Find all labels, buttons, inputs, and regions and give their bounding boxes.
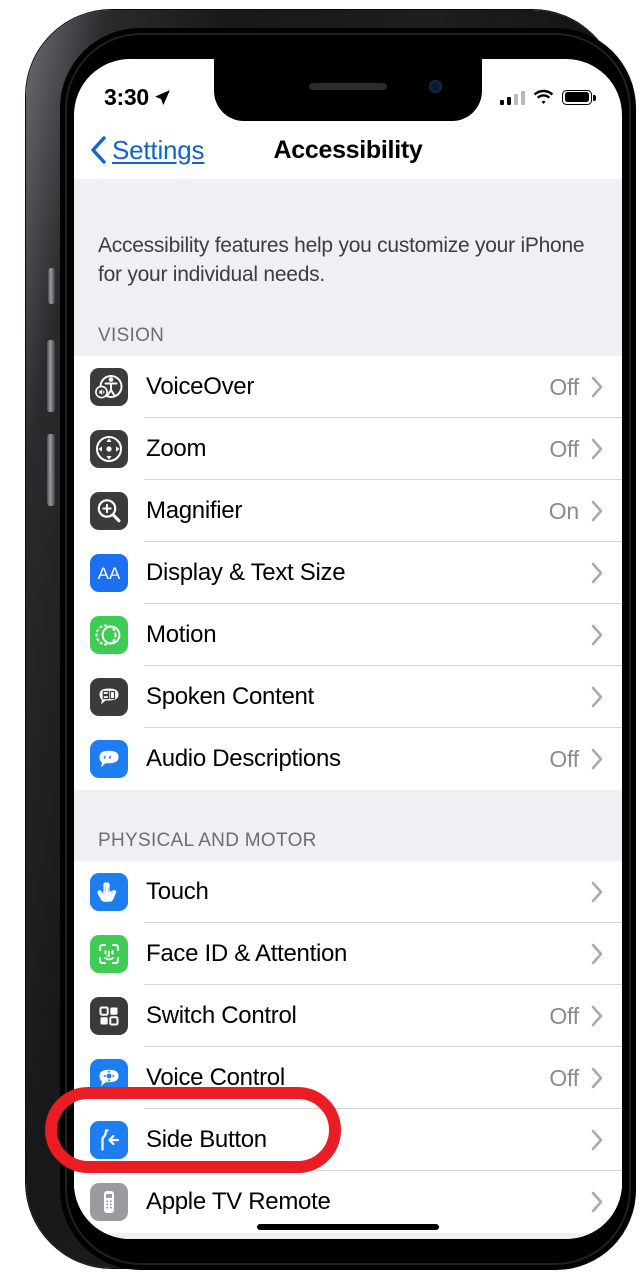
audio-descriptions-icon <box>90 740 128 778</box>
chevron-right-icon <box>591 1129 603 1151</box>
voice-control-icon <box>90 1059 128 1097</box>
home-indicator[interactable] <box>257 1224 439 1230</box>
volume-up-hardware-button[interactable] <box>47 340 55 412</box>
chevron-right-icon <box>591 881 603 903</box>
list-group-physical-and-motor: Touch Face ID & Attention Switch Control… <box>74 861 622 1233</box>
chevron-right-icon <box>591 1005 603 1027</box>
list-item-label: Display & Text Size <box>146 559 346 586</box>
list-item-label: Motion <box>146 621 217 648</box>
list-item-display-text-size[interactable]: AA Display & Text Size <box>74 542 622 604</box>
section-header-physical-and-motor: PHYSICAL AND MOTOR <box>98 830 317 851</box>
switch-control-icon <box>90 997 128 1035</box>
list-item-value: Off <box>549 373 579 400</box>
chevron-right-icon <box>591 500 603 522</box>
list-item-spoken-content[interactable]: Spoken Content <box>74 666 622 728</box>
back-button-label: Settings <box>112 134 205 165</box>
status-bar: 3:30 <box>74 59 622 121</box>
section-header-vision: VISION <box>98 325 165 346</box>
chevron-right-icon <box>591 686 603 708</box>
battery-full-icon <box>562 89 596 105</box>
side-button-icon <box>90 1121 128 1159</box>
list-item-zoom[interactable]: Zoom Off <box>74 418 622 480</box>
face-id-icon <box>90 935 128 973</box>
list-item-motion[interactable]: Motion <box>74 604 622 666</box>
zoom-icon <box>90 430 128 468</box>
status-time: 3:30 <box>104 83 149 110</box>
list-item-label: Magnifier <box>146 497 243 524</box>
silent-switch-hardware[interactable] <box>48 268 55 304</box>
display-text-size-icon: AA <box>90 554 128 592</box>
chevron-right-icon <box>591 562 603 584</box>
voiceover-icon <box>90 368 128 406</box>
list-item-label: Voice Control <box>146 1064 285 1091</box>
list-item-label: Zoom <box>146 435 207 462</box>
status-bar-left: 3:30 <box>104 84 171 111</box>
list-item-label: Apple TV Remote <box>146 1188 331 1215</box>
list-item-value: Off <box>549 745 579 772</box>
svg-text:AA: AA <box>98 564 121 583</box>
list-item-switch-control[interactable]: Switch Control Off <box>74 985 622 1047</box>
list-item-value: Off <box>549 1064 579 1091</box>
list-item-magnifier[interactable]: Magnifier On <box>74 480 622 542</box>
page-title: Accessibility <box>273 135 423 164</box>
back-button[interactable]: Settings <box>90 134 205 166</box>
list-item-face-id-attention[interactable]: Face ID & Attention <box>74 923 622 985</box>
list-item-voiceover[interactable]: VoiceOver Off <box>74 356 622 418</box>
list-item-label: Face ID & Attention <box>146 940 348 967</box>
settings-scroll-content[interactable]: Accessibility features help you customiz… <box>74 179 622 1239</box>
list-item-touch[interactable]: Touch <box>74 861 622 923</box>
list-item-value: Off <box>549 1002 579 1029</box>
location-arrow-icon <box>154 89 170 105</box>
list-item-value: Off <box>549 435 579 462</box>
phone-frame: 3:30 Settings Accessibility Accessibilit… <box>26 10 636 1270</box>
list-item-value: On <box>548 497 579 524</box>
intro-description: Accessibility features help you customiz… <box>98 234 585 286</box>
touch-icon <box>90 873 128 911</box>
motion-icon <box>90 616 128 654</box>
chevron-right-icon <box>591 1067 603 1089</box>
chevron-left-icon <box>91 136 106 164</box>
wifi-icon <box>533 89 554 104</box>
volume-down-hardware-button[interactable] <box>47 434 55 506</box>
list-item-audio-descriptions[interactable]: Audio Descriptions Off <box>74 728 622 790</box>
chevron-right-icon <box>591 943 603 965</box>
chevron-right-icon <box>591 438 603 460</box>
list-item-label: Touch <box>146 878 209 905</box>
list-item-label: Switch Control <box>146 1002 297 1029</box>
chevron-right-icon <box>591 1191 603 1213</box>
chevron-right-icon <box>591 748 603 770</box>
list-item-label: Audio Descriptions <box>146 745 341 772</box>
chevron-right-icon <box>591 624 603 646</box>
cellular-signal-icon <box>499 90 525 105</box>
list-item-voice-control[interactable]: Voice Control Off <box>74 1047 622 1109</box>
list-item-label: Spoken Content <box>146 683 314 710</box>
apple-tv-remote-icon <box>90 1183 128 1221</box>
list-item-label: VoiceOver <box>146 373 255 400</box>
status-bar-right <box>499 89 596 105</box>
list-item-label: Side Button <box>146 1126 267 1153</box>
magnifier-icon <box>90 492 128 530</box>
navigation-bar: Settings Accessibility <box>74 121 622 179</box>
phone-screen: 3:30 Settings Accessibility Accessibilit… <box>74 59 622 1239</box>
chevron-right-icon <box>591 376 603 398</box>
list-item-side-button[interactable]: Side Button <box>74 1109 622 1171</box>
spoken-content-icon <box>90 678 128 716</box>
list-group-vision: VoiceOver Off Zoom Off Magnifier On AA D… <box>74 356 622 790</box>
